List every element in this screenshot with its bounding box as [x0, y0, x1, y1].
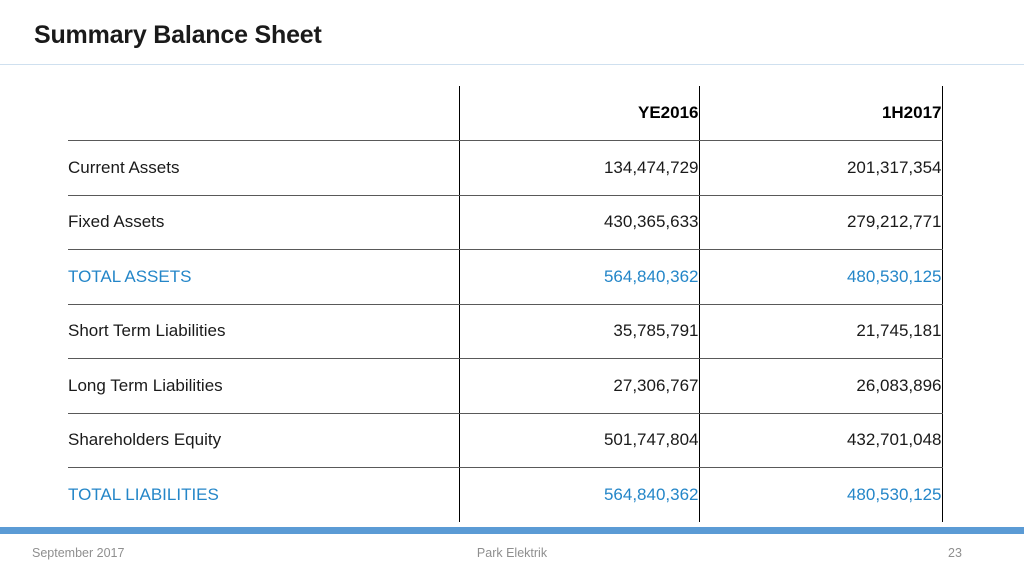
cell-ye2016: 430,365,633 [458, 195, 699, 250]
cell-1h2017: 21,745,181 [698, 304, 943, 359]
table-row: TOTAL LIABILITIES 564,840,362 480,530,125 [68, 467, 943, 522]
cell-ye2016: 564,840,362 [458, 467, 699, 522]
row-label: Short Term Liabilities [68, 304, 459, 359]
cell-1h2017: 480,530,125 [698, 467, 943, 522]
title-divider [0, 64, 1024, 65]
row-label: TOTAL LIABILITIES [68, 485, 219, 504]
row-label: Shareholders Equity [68, 413, 459, 468]
table-row: Shareholders Equity 501,747,804 432,701,04… [68, 413, 943, 468]
cell-1h2017: 279,212,771 [698, 195, 943, 250]
table-row: Long Term Liabilities 27,306,767 26,083,89… [68, 358, 943, 414]
column-header-ye2016: YE2016 [458, 86, 699, 141]
page-title: Summary Balance Sheet [34, 21, 322, 49]
cell-1h2017: 480,530,125 [698, 249, 943, 305]
cell-1h2017: 432,701,048 [698, 413, 943, 468]
table-header-row: YE2016 1H2017 [68, 86, 943, 141]
footer-page-number: 23 [948, 546, 962, 560]
column-header-label [68, 86, 459, 141]
footer-accent-bar [0, 527, 1024, 534]
table-row: Fixed Assets 430,365,633 279,212,771 [68, 195, 943, 250]
column-header-1h2017: 1H2017 [698, 86, 943, 141]
table-row: Short Term Liabilities 35,785,791 21,745,1… [68, 304, 943, 359]
cell-ye2016: 27,306,767 [458, 358, 699, 414]
row-label: TOTAL ASSETS [68, 249, 459, 305]
balance-sheet-table: YE2016 1H2017 Current Assets 134,474,729 2… [68, 86, 943, 522]
cell-ye2016: 35,785,791 [458, 304, 699, 359]
table-row: TOTAL ASSETS 564,840,362 480,530,125 [68, 249, 943, 305]
cell-ye2016: 564,840,362 [458, 249, 699, 305]
cell-1h2017: 26,083,896 [698, 358, 943, 414]
table-body: Current Assets 134,474,729 201,317,354 Fixe… [68, 140, 943, 522]
row-label: Long Term Liabilities [68, 358, 459, 414]
row-label: Fixed Assets [68, 195, 459, 250]
footer-company: Park Elektrik [476, 546, 548, 560]
cell-ye2016: 134,474,729 [458, 140, 699, 196]
cell-ye2016: 501,747,804 [458, 413, 699, 468]
footer: September 2017 Park Elektrik 23 [0, 543, 1024, 569]
cell-1h2017: 201,317,354 [698, 140, 943, 196]
table-row: Current Assets 134,474,729 201,317,354 [68, 140, 943, 196]
row-label: Current Assets [68, 140, 459, 196]
